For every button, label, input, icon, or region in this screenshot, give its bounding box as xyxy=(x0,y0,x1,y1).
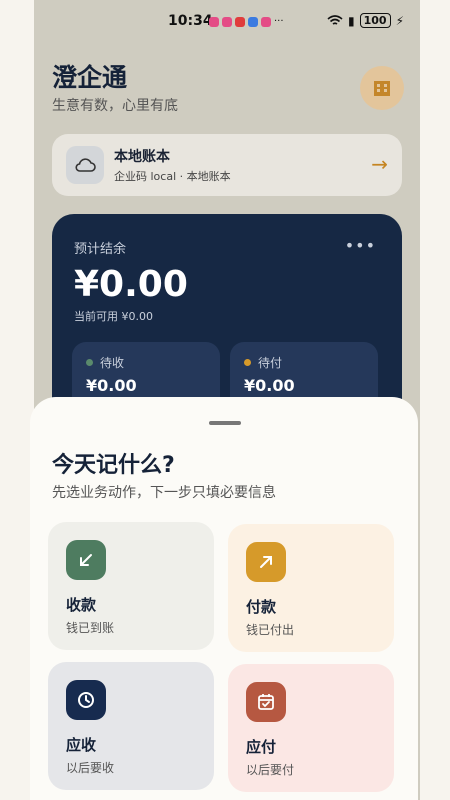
sheet-title: 今天记什么? xyxy=(52,453,175,478)
balance-label: 预计结余 xyxy=(74,242,127,257)
action-title: 应付 xyxy=(246,738,277,756)
action-payable-button[interactable]: 应付 以后要付 xyxy=(228,664,394,792)
status-bar: 10:34 ··· ▮ 100 ⚡ xyxy=(34,10,420,34)
app-notification-icon xyxy=(235,17,245,27)
cloud-icon xyxy=(75,158,96,172)
action-title: 收款 xyxy=(66,596,97,614)
payable-label: 待付 xyxy=(258,356,283,370)
sheet-drag-handle[interactable] xyxy=(209,421,241,425)
action-pay-button[interactable]: 付款 钱已付出 xyxy=(228,524,394,652)
building-icon xyxy=(374,81,390,96)
payable-value: ¥0.00 xyxy=(244,376,295,395)
payable-dot-icon xyxy=(244,359,251,366)
action-receive-button[interactable]: 收款 钱已到账 xyxy=(48,522,214,650)
account-switcher[interactable]: 本地账本 企业码 local · 本地账本 → xyxy=(52,134,402,196)
action-receivable-button[interactable]: 应收 以后要收 xyxy=(48,662,214,790)
arrow-down-left-icon xyxy=(66,540,106,580)
battery-icon: 100 xyxy=(359,13,391,28)
app-notification-icon xyxy=(248,17,258,27)
receivable-label: 待收 xyxy=(100,356,125,370)
status-right: ▮ 100 ⚡ xyxy=(327,13,404,28)
arrow-up-right-icon xyxy=(246,542,286,582)
status-time: 10:34 xyxy=(168,13,213,29)
calendar-check-icon xyxy=(246,682,286,722)
action-subtitle: 钱已付出 xyxy=(246,623,295,637)
wifi-icon xyxy=(327,14,343,25)
charging-icon: ⚡ xyxy=(395,13,404,28)
more-notifications-icon: ··· xyxy=(274,16,284,27)
action-title: 应收 xyxy=(66,736,97,754)
bottom-sheet: 今天记什么? 先选业务动作，下一步只填必要信息 收款 钱已到账 付款 钱已付出 … xyxy=(30,397,418,800)
company-button[interactable] xyxy=(360,66,404,110)
action-subtitle: 以后要收 xyxy=(66,761,115,775)
app-title: 澄企通 xyxy=(52,63,128,92)
account-meta: 企业码 local · 本地账本 xyxy=(114,170,231,183)
sim-icon: ▮ xyxy=(347,13,355,28)
app-subtitle: 生意有数，心里有底 xyxy=(52,98,178,114)
action-subtitle: 以后要付 xyxy=(246,763,295,777)
receivable-value: ¥0.00 xyxy=(86,376,137,395)
action-subtitle: 钱已到账 xyxy=(66,621,115,635)
app-notification-icon xyxy=(209,17,219,27)
clock-icon xyxy=(66,680,106,720)
balance-amount: ¥0.00 xyxy=(74,264,188,305)
receivable-dot-icon xyxy=(86,359,93,366)
action-title: 付款 xyxy=(246,598,277,616)
app-notification-icon xyxy=(261,17,271,27)
account-name: 本地账本 xyxy=(114,149,170,165)
sheet-subtitle: 先选业务动作，下一步只填必要信息 xyxy=(52,485,276,501)
more-options-icon[interactable]: ••• xyxy=(345,236,376,255)
arrow-right-icon: → xyxy=(371,152,388,176)
available-balance: 当前可用 ¥0.00 xyxy=(74,310,153,323)
notification-icons: ··· xyxy=(209,17,284,27)
app-notification-icon xyxy=(222,17,232,27)
cloud-icon-box xyxy=(66,146,104,184)
